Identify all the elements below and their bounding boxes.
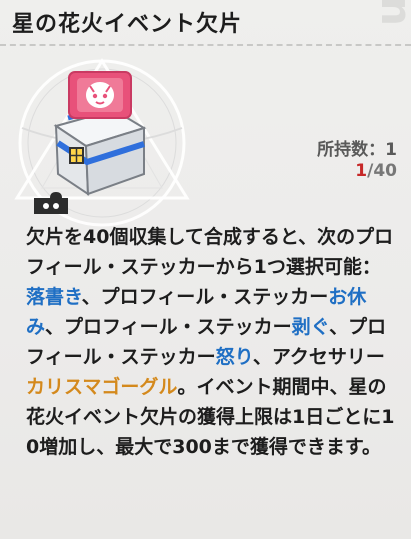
desc-text: 、プロフィール・ステッカー: [81, 286, 329, 308]
title-bar: 星の花火イベント欠片: [0, 0, 411, 46]
collection-progress: 1/40: [355, 161, 397, 181]
desc-text: 、アクセサリー: [252, 346, 385, 368]
desc-option: 剥ぐ: [291, 316, 330, 338]
item-illustration: [14, 58, 190, 227]
desc-option: カリスマゴーグル: [26, 376, 178, 398]
desc-option: 落書き: [26, 286, 82, 308]
item-title: 星の花火イベント欠片: [12, 12, 243, 37]
desc-text: 、プロフィール・ステッカー: [45, 316, 292, 338]
owned-quantity: 所持数：1: [317, 140, 397, 160]
desc-option: 怒り: [215, 346, 253, 368]
background-watermark: icon: [372, 0, 411, 30]
desc-text: 欠片を40個収集して合成すると、次のプロフィール・ステッカーから1つ選択可能：: [26, 226, 394, 278]
progress-current: 1: [355, 161, 368, 181]
item-detail-panel: 星の花火イベント欠片 icon: [0, 0, 411, 539]
sticker-icon: [68, 71, 132, 119]
progress-total: /40: [367, 161, 397, 181]
item-description: 欠片を40個収集して合成すると、次のプロフィール・ステッカーから1つ選択可能： 落…: [26, 222, 398, 462]
